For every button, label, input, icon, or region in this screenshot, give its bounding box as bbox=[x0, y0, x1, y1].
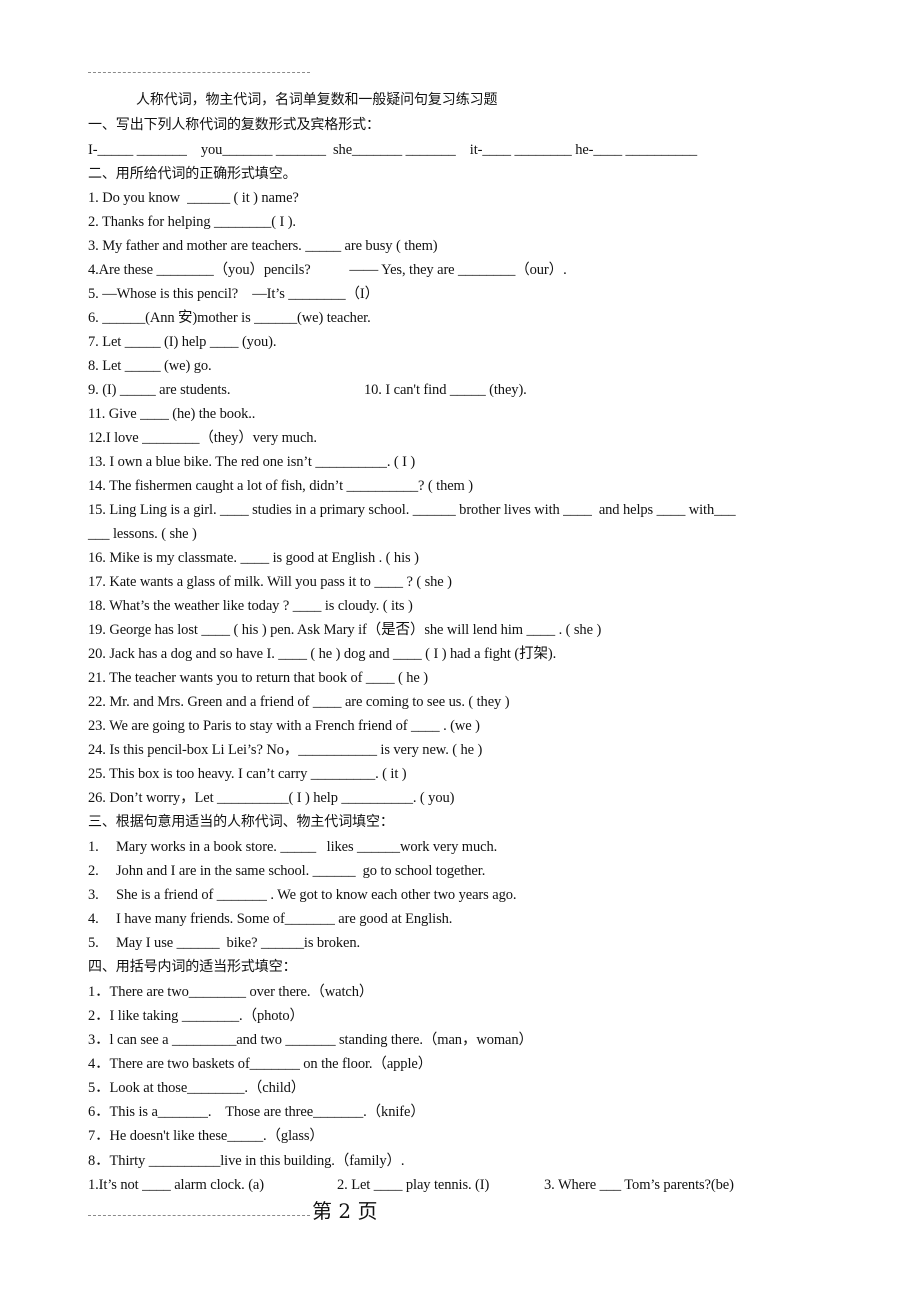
exercise-line: 7．He doesn't like these_____.（glass） bbox=[88, 1128, 324, 1144]
exercise-line: 18. What’s the weather like today ? ____… bbox=[88, 598, 413, 614]
exercise-line: 4．There are two baskets of_______ on the… bbox=[88, 1056, 433, 1072]
item-text: May I use ______ bike? ______is broken. bbox=[116, 935, 361, 951]
exercise-line: 1. Do you know ______ ( it ) name? bbox=[88, 190, 299, 206]
section-4-heading: 四、用括号内词的适当形式填空： bbox=[88, 959, 297, 975]
document-page: 人称代词，物主代词，名词单复数和一般疑问句复习练习题 一、写出下列人称代词的复数… bbox=[0, 0, 920, 1302]
exercise-line: 6．This is a_______. Those are three_____… bbox=[88, 1104, 425, 1120]
exercise-line: 13. I own a blue bike. The red one isn’t… bbox=[88, 454, 416, 470]
numbered-item: 2. John and I are in the same school. ___… bbox=[88, 862, 485, 880]
exercise-line: 6. ______(Ann 安)mother is ______(we) tea… bbox=[88, 310, 371, 326]
section-3-heading: 三、根据句意用适当的人称代词、物主代词填空： bbox=[88, 814, 394, 830]
page-number: 第 2 页 bbox=[312, 1199, 378, 1223]
item-text: Mary works in a book store. _____ likes … bbox=[116, 839, 498, 855]
numbered-item: 3. She is a friend of _______ . We got to… bbox=[88, 886, 516, 904]
header-divider bbox=[88, 72, 310, 73]
exercise-line: 4.Are these ________（you）pencils? —— Yes… bbox=[88, 262, 567, 278]
exercise-line: 2．I like taking ________.（photo） bbox=[88, 1008, 304, 1024]
document-title: 人称代词，物主代词，名词单复数和一般疑问句复习练习题 bbox=[136, 92, 498, 108]
exercise-line: 20. Jack has a dog and so have I. ____ (… bbox=[88, 646, 557, 662]
item-number: 4. bbox=[88, 911, 99, 927]
exercise-line: 12.I love ________（they）very much. bbox=[88, 430, 317, 446]
item-text: I have many friends. Some of_______ are … bbox=[116, 911, 453, 927]
item-number: 2. bbox=[88, 863, 99, 879]
exercise-line: 15. Ling Ling is a girl. ____ studies in… bbox=[88, 502, 736, 518]
exercise-line: 21. The teacher wants you to return that… bbox=[88, 670, 429, 686]
exercise-line: ___ lessons. ( she ) bbox=[88, 526, 197, 542]
exercise-line: 5．Look at those________.（child） bbox=[88, 1080, 306, 1096]
footer-divider bbox=[88, 1215, 310, 1216]
exercise-line: 3. My father and mother are teachers. __… bbox=[88, 238, 438, 254]
exercise-line: 19. George has lost ____ ( his ) pen. As… bbox=[88, 622, 602, 638]
section-1-heading: 一、写出下列人称代词的复数形式及宾格形式： bbox=[88, 117, 380, 133]
numbered-item: 1. Mary works in a book store. _____ like… bbox=[88, 838, 497, 856]
exercise-line: 25. This box is too heavy. I can’t carry… bbox=[88, 766, 407, 782]
section-1-line: I-_____ _______ you_______ _______ she__… bbox=[88, 142, 698, 158]
numbered-item: 4. I have many friends. Some of_______ ar… bbox=[88, 910, 452, 928]
exercise-line: 9. (I) _____ are students. bbox=[88, 382, 231, 398]
item-number: 3. bbox=[88, 887, 99, 903]
section-2-heading: 二、用所给代词的正确形式填空。 bbox=[88, 166, 297, 182]
exercise-line: 24. Is this pencil-box Li Lei’s? No，____… bbox=[88, 742, 483, 758]
exercise-line: 23. We are going to Paris to stay with a… bbox=[88, 718, 480, 734]
item-number: 5. bbox=[88, 935, 99, 951]
exercise-line: 22. Mr. and Mrs. Green and a friend of _… bbox=[88, 694, 510, 710]
exercise-line: 17. Kate wants a glass of milk. Will you… bbox=[88, 574, 452, 590]
exercise-line: 8. Let _____ (we) go. bbox=[88, 358, 212, 374]
exercise-line: 3．l can see a _________and two _______ s… bbox=[88, 1032, 533, 1048]
exercise-line: 11. Give ____ (he) the book.. bbox=[88, 406, 256, 422]
item-number: 1. bbox=[88, 839, 99, 855]
exercise-line: 7. Let _____ (I) help ____ (you). bbox=[88, 334, 277, 350]
exercise-line: 3. Where ___ Tom’s parents?(be) bbox=[544, 1177, 734, 1193]
exercise-line: 1．There are two________ over there.（watc… bbox=[88, 984, 374, 1000]
exercise-line: 26. Don’t worry，Let __________( I ) help… bbox=[88, 790, 455, 806]
exercise-line: 2. Thanks for helping ________( I ). bbox=[88, 214, 296, 230]
item-text: She is a friend of _______ . We got to k… bbox=[116, 887, 517, 903]
exercise-line: 16. Mike is my classmate. ____ is good a… bbox=[88, 550, 419, 566]
exercise-line: 5. —Whose is this pencil? —It’s ________… bbox=[88, 286, 380, 302]
exercise-line: 14. The fishermen caught a lot of fish, … bbox=[88, 478, 473, 494]
exercise-line: 8．Thirty __________live in this building… bbox=[88, 1153, 405, 1169]
exercise-line: 2. Let ____ play tennis. (I) bbox=[337, 1177, 490, 1193]
numbered-item: 5. May I use ______ bike? ______is broken… bbox=[88, 934, 360, 952]
item-text: John and I are in the same school. _____… bbox=[116, 863, 486, 879]
exercise-line: 10. I can't find _____ (they). bbox=[364, 382, 527, 398]
exercise-line: 1.It’s not ____ alarm clock. (a) bbox=[88, 1177, 264, 1193]
